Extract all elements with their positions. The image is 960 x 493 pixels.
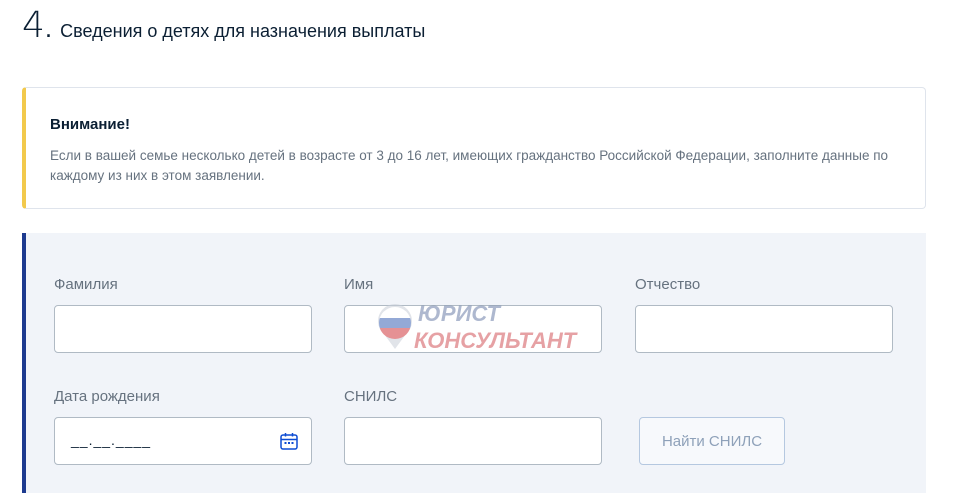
section-title: Сведения о детях для назначения выплаты	[60, 21, 426, 41]
last-name-label: Фамилия	[54, 276, 118, 293]
first-name-label: Имя	[344, 276, 374, 293]
child-form-panel: Фамилия Имя Отчество Дата рождения __.__…	[22, 233, 926, 493]
alert-title: Внимание!	[50, 116, 130, 133]
snils-input[interactable]	[344, 417, 602, 465]
birth-date-label: Дата рождения	[54, 388, 160, 405]
step-dot: .	[44, 13, 53, 43]
alert-text: Если в вашей семье несколько детей в воз…	[50, 148, 889, 183]
section-header: 4 . Сведения о детях для назначения выпл…	[22, 8, 425, 48]
snils-label: СНИЛС	[344, 388, 398, 405]
first-name-input[interactable]	[344, 305, 602, 353]
last-name-input[interactable]	[54, 305, 312, 353]
calendar-icon[interactable]	[279, 431, 299, 451]
birth-date-input[interactable]: __.__.____	[54, 417, 312, 465]
attention-alert: Внимание! Если в вашей семье несколько д…	[22, 87, 926, 209]
birth-date-placeholder: __.__.____	[71, 432, 152, 448]
patronymic-label: Отчество	[635, 276, 701, 293]
patronymic-input[interactable]	[635, 305, 893, 353]
find-snils-button[interactable]: Найти СНИЛС	[639, 417, 785, 465]
step-number: 4	[22, 5, 45, 46]
